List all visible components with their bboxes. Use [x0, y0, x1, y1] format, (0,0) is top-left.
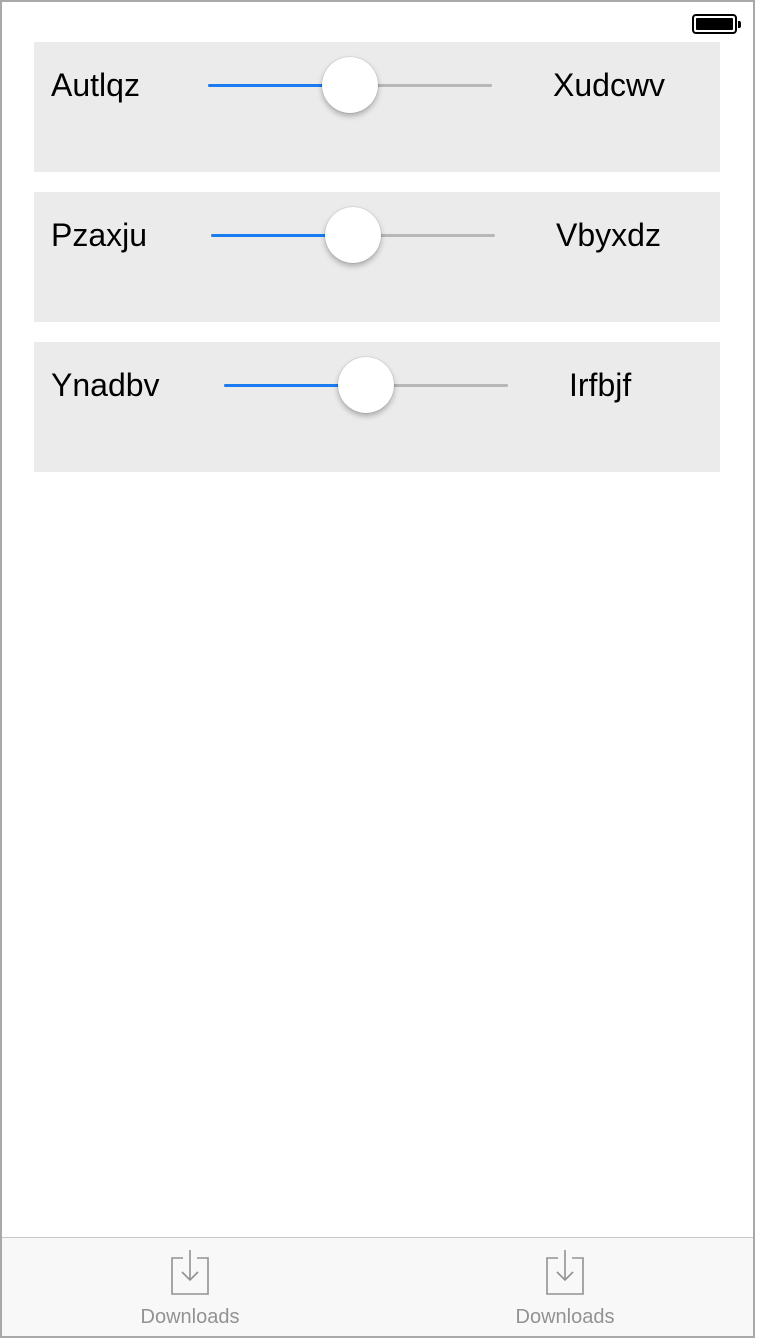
slider-2-right-label: Vbyxdz	[556, 217, 661, 253]
slider-3[interactable]	[224, 356, 508, 414]
tab-label: Downloads	[140, 1306, 240, 1328]
slider-thumb[interactable]	[325, 207, 381, 263]
slider-panel-3: Ynadbv Irfbjf	[34, 342, 720, 472]
slider-1[interactable]	[208, 56, 492, 114]
status-bar	[2, 2, 753, 42]
tab-label: Downloads	[515, 1306, 615, 1328]
slider-2-left-label: Pzaxju	[51, 217, 148, 253]
slider-3-right-label: Irfbjf	[569, 367, 632, 403]
download-icon	[171, 1250, 209, 1295]
slider-3-left-label: Ynadbv	[51, 367, 160, 403]
slider-panel-1: Autlqz Xudcwv	[34, 42, 720, 172]
device-frame: Autlqz Xudcwv Pzaxju Vbyxdz Ynadbv Irfbj…	[0, 0, 755, 1338]
slider-panel-2: Pzaxju Vbyxdz	[34, 192, 720, 322]
download-icon	[546, 1250, 584, 1295]
slider-thumb[interactable]	[322, 57, 378, 113]
slider-thumb[interactable]	[338, 357, 394, 413]
slider-1-left-label: Autlqz	[51, 67, 140, 103]
slider-1-right-label: Xudcwv	[553, 67, 666, 103]
tab-downloads-2[interactable]: Downloads	[465, 1238, 665, 1336]
tab-bar: Downloads Downloads	[2, 1237, 753, 1336]
slider-2[interactable]	[211, 206, 495, 264]
battery-icon	[692, 14, 741, 34]
tab-downloads-1[interactable]: Downloads	[90, 1238, 290, 1336]
